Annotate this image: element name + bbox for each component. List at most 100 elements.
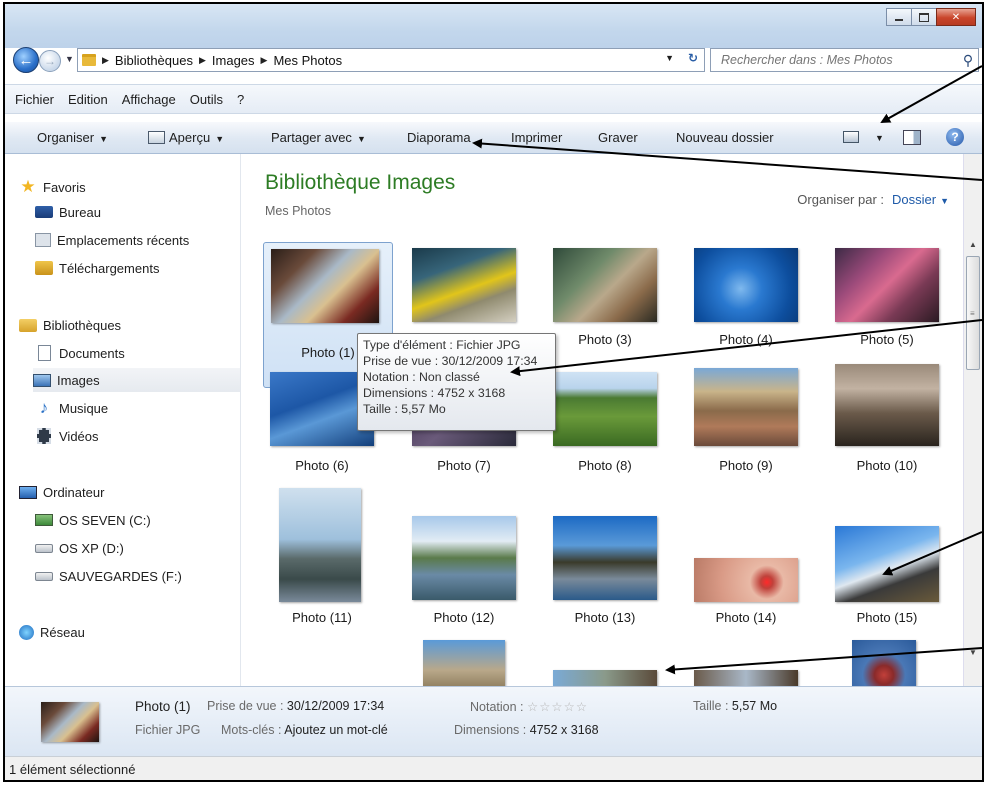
apercu-button[interactable]: Aperçu ▼ [148, 130, 224, 145]
search-icon[interactable]: ⚲ [958, 52, 978, 69]
arrange-by-value[interactable]: Dossier [892, 192, 936, 207]
photo-thumbnail[interactable] [835, 526, 939, 602]
sidebar-item-drive-c[interactable]: OS SEVEN (C:) [35, 508, 240, 532]
star-icon: ★ [20, 177, 36, 196]
navigation-row: ← → ▼ ▶ Bibliothèques ▶ Images ▶ Mes Pho… [5, 47, 982, 78]
photo-thumbnail[interactable] [694, 368, 798, 446]
search-box[interactable]: ⚲ [710, 48, 979, 72]
search-input[interactable] [719, 52, 958, 68]
sidebar-item-videos[interactable]: Vidéos [35, 424, 240, 448]
chevron-right-icon[interactable]: ▶ [199, 55, 206, 66]
refresh-icon[interactable]: ↻ [688, 51, 698, 65]
details-rating-label: Notation : [470, 700, 524, 714]
scroll-down-icon[interactable]: ▼ [964, 644, 982, 662]
tooltip-dimensions: Dimensions : 4752 x 3168 [363, 386, 506, 400]
maximize-button[interactable] [911, 8, 937, 26]
details-name: Photo (1) [135, 699, 191, 714]
view-dropdown-icon[interactable]: ▼ [875, 133, 884, 143]
sidebar-item-telechargements[interactable]: Téléchargements [35, 256, 240, 280]
recent-places-icon [35, 233, 51, 247]
sidebar-item-images[interactable]: Images [33, 368, 240, 392]
organiser-button[interactable]: Organiser ▼ [37, 130, 108, 145]
photo-label: Photo (11) [292, 610, 352, 625]
breadcrumb-bibliotheques[interactable]: Bibliothèques [115, 53, 193, 68]
help-icon[interactable]: ? [946, 128, 964, 146]
chevron-down-icon[interactable]: ▼ [940, 196, 949, 206]
sidebar-item-reseau[interactable]: Réseau [19, 620, 240, 644]
drive-icon [35, 543, 53, 553]
photo-thumbnail[interactable] [694, 248, 798, 322]
menu-outils[interactable]: Outils [190, 92, 223, 107]
breadcrumb-images[interactable]: Images [212, 53, 255, 68]
sidebar-item-bibliotheques[interactable]: Bibliothèques [19, 313, 240, 337]
chevron-down-icon: ▼ [215, 134, 225, 144]
sidebar-item-ordinateur[interactable]: Ordinateur [19, 480, 240, 504]
history-dropdown-icon[interactable]: ▼ [65, 54, 74, 64]
photo-thumbnail[interactable] [553, 372, 657, 446]
photo-thumbnail[interactable] [694, 558, 798, 602]
menu-help[interactable]: ? [237, 92, 244, 107]
sidebar-item-documents[interactable]: Documents [35, 341, 240, 365]
photo-label: Photo (14) [715, 610, 777, 625]
details-thumbnail [41, 702, 99, 742]
breadcrumb-mes-photos[interactable]: Mes Photos [273, 53, 342, 68]
sidebar-item-favoris[interactable]: ★ Favoris [19, 175, 240, 199]
photo-label: Photo (3) [578, 332, 632, 347]
vertical-scrollbar[interactable]: ▲ ≡ ▼ [963, 154, 982, 686]
grip-icon: ≡ [970, 309, 975, 318]
sidebar-item-drive-d[interactable]: OS XP (D:) [35, 536, 240, 560]
photo-thumbnail[interactable] [835, 248, 939, 322]
command-bar: Organiser ▼ Aperçu ▼ Partager avec ▼ Diapor… [5, 122, 982, 154]
forward-button[interactable]: → [39, 50, 61, 72]
menu-edition[interactable]: Edition [68, 92, 108, 107]
menu-affichage[interactable]: Affichage [122, 92, 176, 107]
sidebar-item-label: Vidéos [59, 428, 99, 444]
rating-stars-icon[interactable]: ☆☆☆☆☆ [527, 700, 588, 714]
sidebar-item-label: Bibliothèques [43, 317, 122, 333]
sidebar-item-bureau[interactable]: Bureau [35, 200, 240, 224]
photo-thumbnail[interactable] [694, 670, 798, 686]
sidebar-item-musique[interactable]: ♪ Musique [35, 396, 240, 420]
photo-thumbnail[interactable] [553, 516, 657, 600]
photo-thumbnail[interactable] [279, 488, 361, 602]
arrange-by[interactable]: Organiser par : Dossier ▼ [797, 192, 949, 207]
photo-thumbnail[interactable] [553, 248, 657, 322]
preview-pane-icon[interactable] [903, 130, 921, 145]
photo-label: Photo (4) [719, 332, 773, 347]
details-keywords-value[interactable]: Ajoutez un mot-clé [284, 723, 388, 737]
pictures-icon [33, 373, 51, 387]
partager-button[interactable]: Partager avec ▼ [271, 130, 366, 145]
chevron-right-icon[interactable]: ▶ [261, 55, 268, 66]
address-dropdown-icon[interactable]: ▼ [665, 53, 674, 63]
address-bar[interactable]: ▶ Bibliothèques ▶ Images ▶ Mes Photos ▼ … [77, 48, 705, 72]
photo-thumbnail[interactable] [553, 670, 657, 686]
back-button[interactable]: ← [13, 47, 39, 73]
apercu-label: Aperçu [169, 130, 211, 145]
partager-label: Partager avec [271, 130, 352, 145]
title-bar: ✕ [5, 4, 982, 48]
library-subtitle: Mes Photos [265, 204, 332, 218]
photo-thumbnail[interactable] [423, 640, 505, 686]
graver-button[interactable]: Graver [598, 130, 638, 145]
nouveau-dossier-button[interactable]: Nouveau dossier [676, 130, 774, 145]
details-taken-value[interactable]: 30/12/2009 17:34 [287, 699, 384, 713]
scrollbar-thumb[interactable]: ≡ [966, 256, 980, 370]
photo-thumbnail[interactable] [835, 364, 939, 446]
chevron-right-icon[interactable]: ▶ [102, 55, 109, 66]
close-button[interactable]: ✕ [936, 8, 976, 26]
diaporama-button[interactable]: Diaporama [407, 130, 471, 145]
view-icon[interactable] [843, 131, 859, 143]
videos-icon [35, 428, 53, 444]
folder-icon [82, 54, 96, 66]
photo-thumbnail[interactable] [271, 249, 379, 323]
sidebar-item-drive-f[interactable]: SAUVEGARDES (F:) [35, 564, 240, 588]
photo-thumbnail[interactable] [412, 248, 516, 322]
menu-fichier[interactable]: Fichier [15, 92, 54, 107]
imprimer-button[interactable]: Imprimer [511, 130, 562, 145]
photo-thumbnail[interactable] [412, 516, 516, 600]
scroll-up-icon[interactable]: ▲ [964, 236, 982, 254]
sidebar-item-recents[interactable]: Emplacements récents [35, 228, 240, 252]
photo-label: Photo (9) [719, 458, 773, 473]
photo-thumbnail[interactable] [852, 640, 916, 686]
minimize-button[interactable] [886, 8, 912, 26]
